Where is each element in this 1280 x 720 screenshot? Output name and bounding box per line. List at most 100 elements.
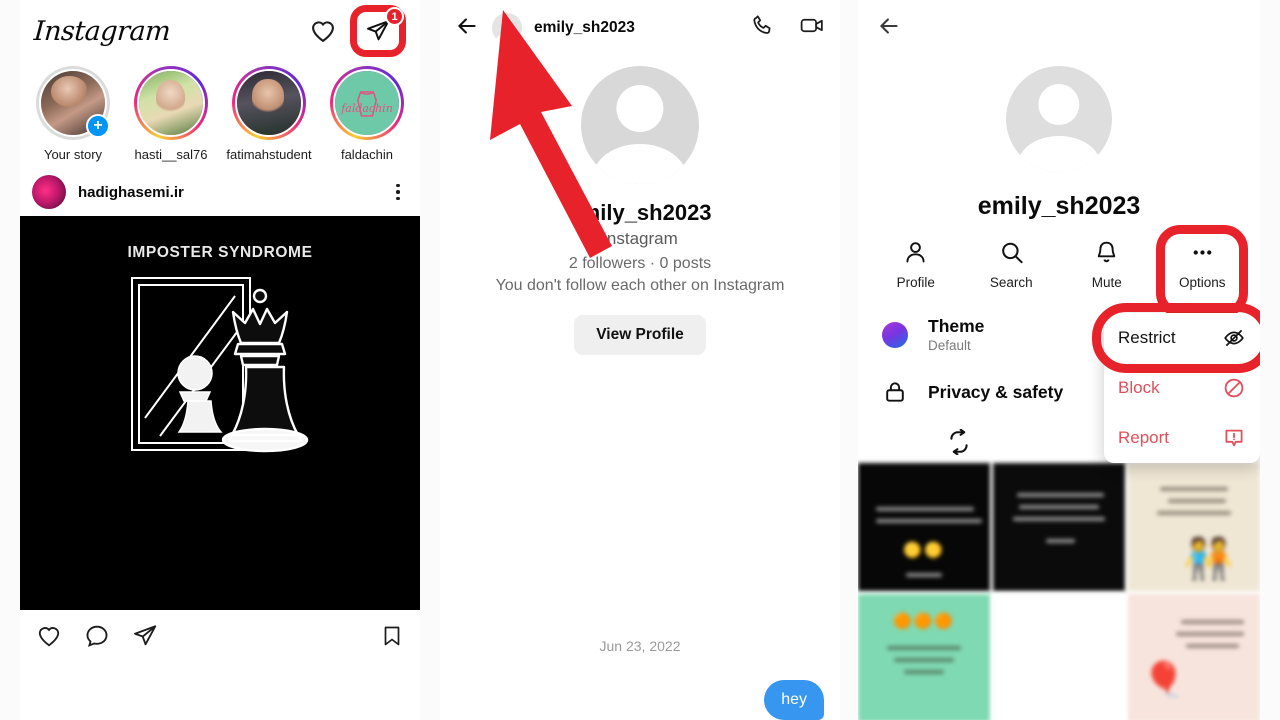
chat-header-avatar[interactable] bbox=[492, 13, 522, 43]
loop-arrows-icon bbox=[949, 429, 968, 455]
story-brand-logo-text: faldachin bbox=[341, 102, 393, 115]
story-label: hasti__sal76 bbox=[134, 147, 208, 162]
story-label: faldachin bbox=[340, 147, 394, 162]
quick-action-label: Profile bbox=[896, 275, 935, 290]
media-thumbnail[interactable] bbox=[993, 594, 1125, 720]
stories-tray[interactable]: + Your story hasti__sal76 fatimahstudent bbox=[20, 62, 420, 168]
search-icon bbox=[1001, 242, 1023, 264]
profile-follow-note: You don't follow each other on Instagram bbox=[495, 277, 785, 294]
post-image-caption: IMPOSTER SYNDROME bbox=[127, 244, 313, 261]
chat-top-icons bbox=[750, 12, 826, 44]
message-bubble[interactable]: hey bbox=[764, 680, 824, 720]
post-image[interactable]: IMPOSTER SYNDROME bbox=[20, 216, 420, 610]
story-ring: + bbox=[36, 66, 110, 140]
direct-message-panel: emily_sh2023 emily_sh2023 Instagram 2 fo… bbox=[440, 0, 840, 720]
avatar[interactable] bbox=[581, 66, 699, 184]
quick-action-label: Search bbox=[989, 275, 1033, 290]
chat-profile-card: emily_sh2023 Instagram 2 followers · 0 p… bbox=[440, 56, 840, 355]
story-label: fatimahstudent bbox=[226, 147, 312, 162]
story-item[interactable]: hasti__sal76 bbox=[126, 66, 216, 162]
setting-title: Privacy & safety bbox=[928, 381, 1064, 402]
feed-top-icons: 1 bbox=[306, 5, 406, 57]
post-action-bar bbox=[20, 610, 420, 666]
menu-item-block[interactable]: Block bbox=[1104, 363, 1260, 413]
person-icon bbox=[906, 242, 925, 263]
like-icon[interactable] bbox=[36, 623, 62, 654]
story-ring bbox=[134, 66, 208, 140]
menu-item-restrict[interactable]: Restrict bbox=[1104, 313, 1260, 363]
gutter bbox=[420, 0, 440, 720]
pawn-reflection bbox=[177, 355, 223, 433]
story-ring bbox=[232, 66, 306, 140]
media-thumbnail[interactable]: 🎈 bbox=[1128, 594, 1260, 720]
chat-details-panel: emily_sh2023 Profile Search Mute Options… bbox=[858, 0, 1260, 720]
date-divider: Jun 23, 2022 bbox=[599, 638, 681, 654]
avatar[interactable] bbox=[32, 175, 66, 209]
quick-action-profile[interactable]: Profile bbox=[868, 239, 964, 290]
shared-media-grid: 🟡🟡 🧑‍🤝‍🧑 🟠🟠🟠 🎈 bbox=[858, 463, 1260, 720]
heart-icon[interactable] bbox=[306, 14, 340, 48]
options-highlight-ring bbox=[1156, 225, 1249, 317]
details-top-bar bbox=[858, 0, 1260, 56]
story-label: Your story bbox=[43, 147, 103, 162]
setting-subtitle: Default bbox=[928, 338, 971, 353]
share-icon[interactable] bbox=[132, 623, 158, 654]
restrict-eye-off-icon bbox=[1224, 329, 1244, 347]
story-item[interactable]: faldachin faldachin bbox=[322, 66, 412, 162]
bookmark-icon[interactable] bbox=[380, 624, 404, 653]
post-username[interactable]: hadighasemi.ir bbox=[78, 184, 376, 201]
media-thumbnail[interactable]: 🟠🟠🟠 bbox=[858, 594, 990, 720]
story-item[interactable]: + Your story bbox=[28, 66, 118, 162]
gutter bbox=[0, 0, 20, 720]
video-camera-icon[interactable] bbox=[799, 12, 826, 44]
lock-icon bbox=[886, 382, 904, 402]
options-dropdown-menu[interactable]: Restrict Block Report bbox=[1092, 303, 1260, 463]
tab-loop[interactable] bbox=[858, 421, 1059, 463]
menu-item-label: Restrict bbox=[1118, 328, 1176, 347]
more-options-icon[interactable] bbox=[388, 183, 408, 201]
chat-title[interactable]: emily_sh2023 bbox=[534, 19, 738, 37]
chess-mirror-illustration bbox=[131, 277, 309, 453]
setting-title: Theme bbox=[928, 316, 985, 336]
story-item[interactable]: fatimahstudent bbox=[224, 66, 314, 162]
profile-platform: Instagram bbox=[602, 229, 678, 248]
post-header: hadighasemi.ir bbox=[20, 168, 420, 216]
view-profile-button[interactable]: View Profile bbox=[574, 315, 706, 355]
screenshot-root: Instagram 1 + Your story hasti__sal76 fa… bbox=[0, 0, 1280, 720]
instagram-wordmark: Instagram bbox=[32, 15, 172, 47]
quick-action-options[interactable]: Options bbox=[1155, 225, 1251, 317]
back-arrow-icon[interactable] bbox=[876, 13, 902, 44]
menu-item-label: Block bbox=[1118, 378, 1160, 397]
media-thumbnail[interactable]: 🟡🟡 bbox=[858, 463, 990, 591]
avatar: faldachin bbox=[333, 69, 401, 137]
avatar bbox=[235, 69, 303, 137]
gutter bbox=[840, 0, 858, 720]
quick-action-mute[interactable]: Mute bbox=[1059, 239, 1155, 290]
profile-name: emily_sh2023 bbox=[568, 200, 712, 225]
add-story-icon[interactable]: + bbox=[86, 114, 110, 138]
bell-icon bbox=[1098, 241, 1116, 263]
avatar bbox=[137, 69, 205, 137]
quick-action-label: Mute bbox=[1091, 275, 1122, 290]
report-exclamation-icon bbox=[1225, 429, 1243, 447]
quick-action-search[interactable]: Search bbox=[964, 239, 1060, 290]
profile-name: emily_sh2023 bbox=[977, 192, 1141, 220]
media-thumbnail[interactable]: 🧑‍🤝‍🧑 bbox=[1128, 463, 1260, 591]
unread-badge: 1 bbox=[385, 7, 404, 26]
comment-icon[interactable] bbox=[84, 623, 110, 654]
phone-icon[interactable] bbox=[750, 13, 775, 43]
instagram-feed-panel: Instagram 1 + Your story hasti__sal76 fa… bbox=[20, 0, 420, 720]
menu-item-label: Report bbox=[1118, 428, 1170, 447]
queen-piece bbox=[221, 288, 309, 453]
back-arrow-icon[interactable] bbox=[454, 13, 480, 44]
chat-top-bar: emily_sh2023 bbox=[440, 0, 840, 56]
media-thumbnail[interactable] bbox=[993, 463, 1125, 591]
theme-color-dot bbox=[882, 321, 908, 348]
quick-actions-row: Profile Search Mute Options bbox=[858, 225, 1260, 317]
profile-stats: 2 followers · 0 posts bbox=[568, 255, 712, 272]
avatar[interactable] bbox=[1006, 66, 1112, 172]
block-circle-slash-icon bbox=[1224, 378, 1244, 398]
gutter bbox=[1260, 0, 1280, 720]
direct-messages-button-highlight[interactable]: 1 bbox=[350, 5, 406, 57]
menu-item-report[interactable]: Report bbox=[1104, 413, 1260, 463]
